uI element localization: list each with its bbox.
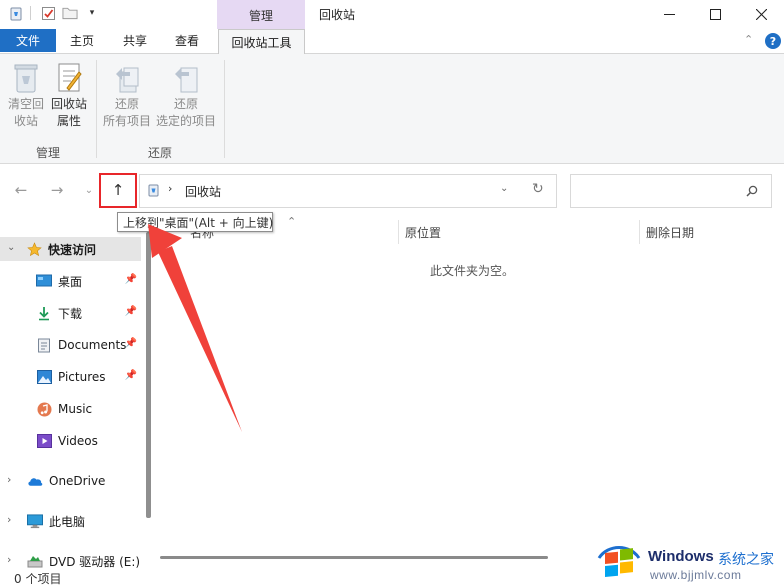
breadcrumb-chevron-icon: › [168,182,173,195]
annotation-arrow [148,224,242,432]
nav-item-label: 桌面 [58,274,83,289]
properties-label-1: 回收站 [50,97,87,111]
content-horizontal-scrollbar[interactable] [160,556,548,559]
refresh-icon[interactable]: ↻ [532,181,544,197]
nav-item-label: 此电脑 [49,514,86,529]
dropdown-arrow-icon[interactable]: ▾ [84,5,100,21]
tab-view[interactable]: 查看 [166,29,208,52]
dvd-drive-icon [27,553,43,569]
properties-icon [48,62,90,96]
quick-access-divider [30,6,31,20]
collapsed-chevron-icon[interactable]: › [7,553,11,566]
tab-home[interactable]: 主页 [62,29,102,52]
download-icon [36,305,52,321]
nav-item-label: OneDrive [49,474,106,488]
restore-all-button[interactable]: 还原 所有项目 [100,62,154,130]
forward-arrow-icon[interactable]: → [46,178,68,202]
nav-item-label: Pictures [58,370,106,384]
column-divider-2[interactable] [639,220,640,244]
documents-icon [36,337,52,353]
status-item-count: 0 个项目 [14,572,62,586]
empty-bin-label-2: 收站 [13,114,38,128]
tab-file[interactable]: 文件 [0,29,56,52]
empty-bin-icon [6,62,46,96]
watermark-brand-cn: 系统之家 [718,552,774,568]
computer-icon [27,513,43,529]
close-icon[interactable] [738,0,784,28]
restore-all-label-2: 所有项目 [102,114,151,128]
tab-share[interactable]: 共享 [114,29,156,52]
nav-item-label: Music [58,402,93,416]
star-icon [26,241,42,257]
nav-item-documents[interactable]: Documents 📌 [0,333,145,357]
collapsed-chevron-icon[interactable]: › [7,473,11,486]
nav-item-label: Videos [58,434,98,448]
nav-quick-access-label: 快速访问 [48,242,97,257]
address-recycle-bin-icon [147,183,160,200]
restore-selected-button[interactable]: 还原 选定的项目 [154,62,218,130]
nav-item-downloads[interactable]: 下载 📌 [0,301,145,325]
cloud-icon [27,473,43,489]
sort-ascending-icon: ⌃ [287,215,297,228]
watermark-url: www.bjjmlv.com [650,568,742,582]
search-icon[interactable] [746,185,758,200]
nav-item-label: 下载 [58,306,83,321]
music-icon [36,401,52,417]
tab-recycle-bin-tools[interactable]: 回收站工具 [218,29,305,54]
videos-icon [36,433,52,449]
maximize-icon[interactable] [692,0,738,28]
folder-icon[interactable] [62,5,78,21]
properties-label-2: 属性 [56,114,81,128]
column-divider[interactable] [398,220,399,244]
up-arrow-icon[interactable]: ↑ [107,178,129,202]
recycle-bin-properties-button[interactable]: 回收站 属性 [48,62,90,130]
recycle-bin-icon[interactable] [8,5,24,21]
restore-selected-icon [154,62,218,96]
restore-all-label-1: 还原 [114,97,139,111]
minimize-icon[interactable] [646,0,692,28]
group-label-manage: 管理 [35,146,60,160]
nav-item-pictures[interactable]: Pictures 📌 [0,365,145,389]
column-header-original-location[interactable]: 原位置 [405,224,441,244]
help-icon[interactable]: ? [765,33,781,49]
address-history-chevron-icon[interactable]: ⌄ [500,183,508,194]
nav-item-desktop[interactable]: 桌面 📌 [0,269,145,293]
empty-bin-label-1: 清空回 [7,97,44,111]
context-tab-manage: 管理 [217,0,305,30]
search-input[interactable] [570,174,772,208]
restore-selected-label-2: 选定的项目 [155,114,216,128]
nav-item-this-pc[interactable]: › 此电脑 [0,509,145,533]
restore-selected-label-1: 还原 [173,97,198,111]
back-arrow-icon[interactable]: ← [10,178,32,202]
nav-item-videos[interactable]: Videos [0,429,145,453]
nav-item-onedrive[interactable]: › OneDrive [0,469,145,493]
ribbon-group-divider-2 [224,60,225,158]
collapsed-chevron-icon[interactable]: › [7,513,11,526]
group-label-restore: 还原 [147,146,172,160]
address-path[interactable]: 回收站 [185,183,221,200]
recent-locations-chevron-icon[interactable]: ⌄ [78,178,100,202]
nav-item-label: Documents [58,338,127,352]
desktop-icon [36,273,52,289]
column-header-date-deleted[interactable]: 删除日期 [646,224,694,244]
expanded-chevron-icon[interactable]: ⌄ [7,242,15,253]
properties-check-icon[interactable] [40,5,56,21]
watermark-brand: Windows [648,548,714,565]
nav-quick-access[interactable]: ⌄ 快速访问 [0,237,141,261]
empty-recycle-bin-button[interactable]: 清空回 收站 [6,62,46,130]
restore-all-icon [100,62,154,96]
nav-item-label: DVD 驱动器 (E:) [49,554,141,569]
windows-logo-icon [596,540,642,585]
empty-folder-message: 此文件夹为空。 [430,264,515,278]
pictures-icon [36,369,52,385]
collapse-ribbon-icon[interactable]: ⌃ [744,33,753,46]
nav-item-music[interactable]: Music [0,397,145,421]
window-title: 回收站 [319,8,356,22]
ribbon-group-divider [96,60,97,158]
